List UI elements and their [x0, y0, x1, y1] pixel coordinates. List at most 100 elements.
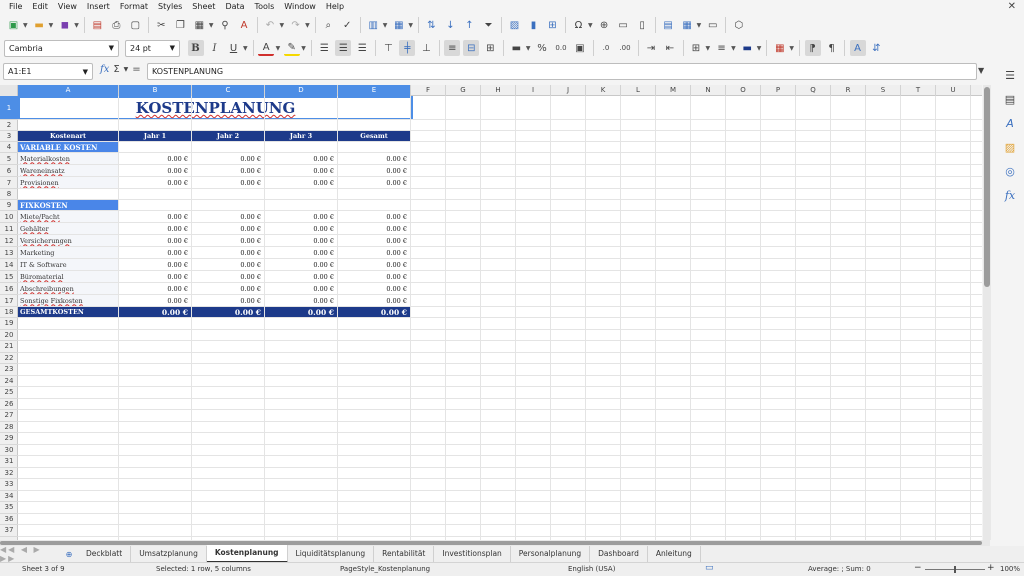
find-replace-icon[interactable]: ⌕ [320, 17, 336, 33]
chevron-down-icon[interactable]: ▼ [49, 22, 54, 29]
headers-footers-icon[interactable]: ▯ [634, 17, 650, 33]
value-cell[interactable]: 0.00 € [338, 295, 410, 306]
special-character-icon[interactable]: Ω [571, 17, 587, 33]
value-cell[interactable]: 0.00 € [338, 177, 410, 188]
right-to-left-button[interactable]: ¶ [824, 40, 840, 56]
column-header-r[interactable]: R [831, 85, 866, 96]
total-value-cell[interactable]: 0.00 € [338, 307, 410, 317]
select-all-corner[interactable] [0, 85, 18, 96]
menu-window[interactable]: Window [279, 0, 321, 14]
value-cell[interactable]: 0.00 € [192, 153, 264, 164]
value-cell[interactable]: 0.00 € [119, 247, 191, 258]
chevron-down-icon[interactable]: ▼ [305, 22, 310, 29]
chevron-down-icon[interactable]: ▼ [383, 22, 388, 29]
title-cell[interactable]: KOSTENPLANUNG [18, 96, 413, 120]
define-print-area-icon[interactable]: ▤ [660, 17, 676, 33]
date-format-icon[interactable]: ▣ [572, 40, 588, 56]
chevron-down-icon[interactable]: ▼ [74, 22, 79, 29]
borders-icon[interactable]: ⊞ [688, 40, 704, 56]
language[interactable]: English (USA) [568, 565, 615, 573]
tab-umsatzplanung[interactable]: Umsatzplanung [131, 546, 207, 562]
value-cell[interactable]: 0.00 € [265, 211, 337, 222]
value-cell[interactable]: 0.00 € [338, 211, 410, 222]
align-left-icon[interactable]: ☰ [316, 40, 332, 56]
text-direction-horizontal-icon[interactable]: A [849, 40, 866, 56]
add-decimal-icon[interactable]: .0 [598, 40, 614, 56]
chevron-down-icon[interactable]: ▼ [209, 22, 214, 29]
row-header-25[interactable]: 25 [0, 387, 18, 399]
row-label-cell[interactable]: Marketing [18, 247, 118, 258]
row-header-24[interactable]: 24 [0, 376, 18, 387]
row-label-cell[interactable]: Miete/Pacht [18, 211, 118, 222]
pivot-table-icon[interactable]: ⊞ [545, 17, 561, 33]
tab-dashboard[interactable]: Dashboard [590, 546, 648, 562]
row-header-11[interactable]: 11 [0, 223, 18, 235]
column-header-d[interactable]: D [265, 85, 338, 96]
align-center-icon[interactable]: ☰ [335, 40, 352, 56]
open-folder-icon[interactable]: ▬ [31, 17, 47, 33]
styles-icon[interactable]: A [1000, 113, 1020, 133]
value-cell[interactable]: 0.00 € [119, 235, 191, 246]
chevron-down-icon[interactable]: ▼ [124, 66, 129, 73]
row-header-1[interactable]: 1 [0, 96, 18, 120]
vertical-scrollbar[interactable] [983, 85, 991, 540]
row-header-12[interactable]: 12 [0, 235, 18, 247]
row-header-21[interactable]: 21 [0, 341, 18, 353]
clear-formatting-icon[interactable]: A [236, 17, 252, 33]
total-label-cell[interactable]: GESAMTKOSTEN [18, 307, 118, 317]
border-color-icon[interactable]: ▬ [739, 40, 755, 56]
row-header-32[interactable]: 32 [0, 468, 18, 479]
value-cell[interactable]: 0.00 € [119, 153, 191, 164]
row-label-cell[interactable]: Gehälter [18, 223, 118, 234]
chevron-down-icon[interactable]: ▼ [408, 22, 413, 29]
column-header-s[interactable]: S [866, 85, 901, 96]
value-cell[interactable]: 0.00 € [338, 271, 410, 282]
menu-sheet[interactable]: Sheet [187, 0, 220, 14]
formula-input[interactable]: KOSTENPLANUNG [147, 63, 977, 80]
column-header-k[interactable]: K [586, 85, 621, 96]
scroll-thumb[interactable] [0, 541, 982, 545]
chevron-down-icon[interactable]: ▼ [301, 45, 306, 52]
font-size-select[interactable]: 24 pt ▼ [125, 39, 180, 57]
page-style[interactable]: PageStyle_Kostenplanung [340, 565, 430, 573]
row-header-5[interactable]: 5 [0, 153, 18, 165]
value-cell[interactable]: 0.00 € [265, 223, 337, 234]
row-header-20[interactable]: 20 [0, 330, 18, 341]
wrap-text-icon[interactable]: ≡ [444, 40, 461, 56]
row-header-19[interactable]: 19 [0, 318, 18, 330]
column-header-a[interactable]: A [18, 85, 119, 96]
value-cell[interactable]: 0.00 € [338, 235, 410, 246]
row-label-cell[interactable]: Büromaterial [18, 271, 118, 282]
total-value-cell[interactable]: 0.00 € [265, 307, 337, 317]
column-header-g[interactable]: G [446, 85, 481, 96]
value-cell[interactable]: 0.00 € [192, 283, 264, 294]
value-cell[interactable]: 0.00 € [265, 165, 337, 176]
column-header-c[interactable]: C [192, 85, 265, 96]
freeze-rows-columns-icon[interactable]: ▦ [679, 17, 695, 33]
menu-view[interactable]: View [53, 0, 82, 14]
row-header-18[interactable]: 18 [0, 307, 18, 318]
decimal-format-button[interactable]: 0.0 [553, 40, 569, 56]
column-header-t[interactable]: T [901, 85, 936, 96]
value-cell[interactable]: 0.00 € [119, 177, 191, 188]
zoom-out-button[interactable]: − [914, 563, 922, 573]
increase-indent-icon[interactable]: ⇥ [643, 40, 659, 56]
value-cell[interactable]: 0.00 € [119, 283, 191, 294]
tab-rentabilitaet[interactable]: Rentabilität [374, 546, 435, 562]
value-cell[interactable]: 0.00 € [192, 247, 264, 258]
row-header-31[interactable]: 31 [0, 456, 18, 468]
value-cell[interactable]: 0.00 € [265, 247, 337, 258]
row-header-36[interactable]: 36 [0, 514, 18, 525]
row-header-6[interactable]: 6 [0, 165, 18, 177]
row-header-3[interactable]: 3 [0, 131, 18, 142]
value-cell[interactable]: 0.00 € [265, 153, 337, 164]
row-header-16[interactable]: 16 [0, 283, 18, 295]
menu-edit[interactable]: Edit [27, 0, 53, 14]
row-icon[interactable]: ▥ [365, 17, 381, 33]
row-header-10[interactable]: 10 [0, 211, 18, 223]
row-header-37[interactable]: 37 [0, 525, 18, 537]
value-cell[interactable]: 0.00 € [119, 271, 191, 282]
column-header-n[interactable]: N [691, 85, 726, 96]
value-cell[interactable]: 0.00 € [265, 295, 337, 306]
function-wizard-icon[interactable]: fx [100, 64, 109, 75]
